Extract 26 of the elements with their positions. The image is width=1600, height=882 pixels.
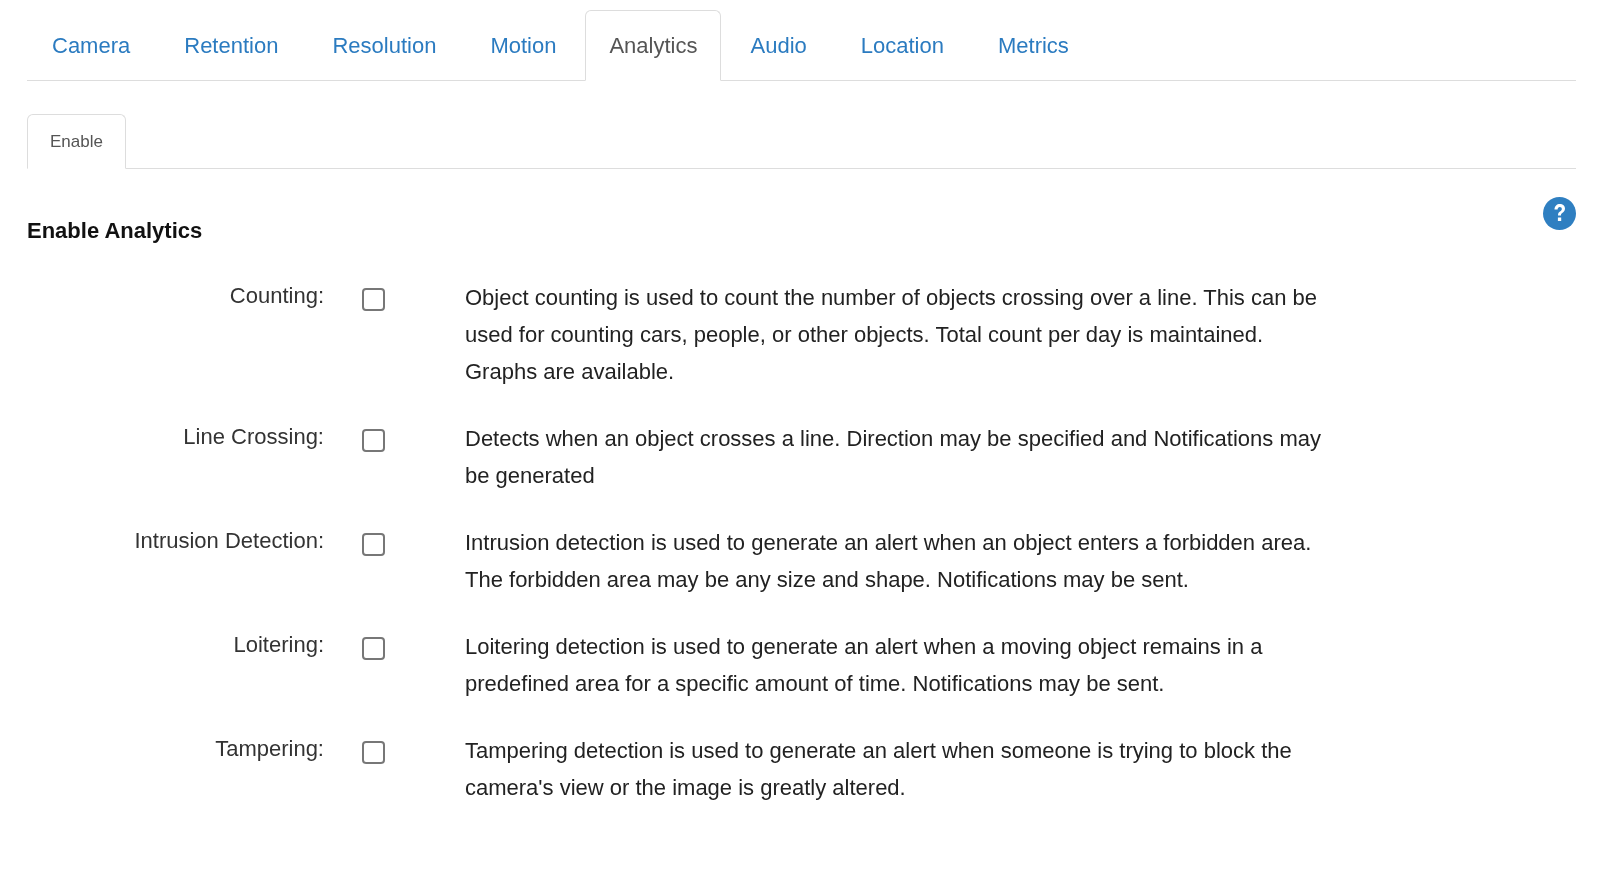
help-icon[interactable] [1543, 197, 1576, 230]
checkbox[interactable] [362, 429, 385, 452]
option-label: Loitering: [232, 631, 324, 659]
tab[interactable]: Analytics [585, 10, 722, 81]
tab[interactable]: Motion [465, 10, 582, 81]
option-description: Loitering detection is used to generate an alert when a moving object remains in a predefined area for a specific amount of time. Notifications may be sent. [465, 633, 1264, 698]
checkbox[interactable] [362, 637, 385, 660]
checkbox[interactable] [362, 741, 385, 764]
option-label: Counting: [228, 282, 324, 310]
tab[interactable]: Resolution [307, 10, 462, 81]
checkbox[interactable] [362, 533, 385, 556]
option-description: Intrusion detection is used to generate an alert when an object enters a forbidden area. The forbidden area may be any size and shape. Notifications may be sent. [465, 529, 1313, 594]
option-description: Detects when an object crosses a line. Direction may be specified and Notifications may be generated [465, 425, 1322, 490]
option-description: Object counting is used to count the number of objects crossing over a line. This can be used for counting cars, people, or other objects. Total count per day is maintained. Graphs are available. [465, 284, 1318, 386]
option-label: Tampering: [214, 735, 324, 763]
tab[interactable]: Location [835, 10, 969, 81]
tab[interactable]: Camera [27, 10, 156, 81]
checkbox[interactable] [362, 288, 385, 311]
section-heading: Enable Analytics [27, 217, 203, 245]
tab[interactable]: Metrics [972, 10, 1094, 81]
tab[interactable]: Audio [725, 10, 832, 81]
tab[interactable]: Retention [159, 10, 304, 81]
option-label: Line Crossing: [182, 423, 324, 451]
tab[interactable]: Enable [27, 114, 126, 169]
option-label: Intrusion Detection: [133, 527, 324, 555]
option-description: Tampering detection is used to generate an alert when someone is trying to block the camera's view or the image is greatly altered. [465, 737, 1293, 802]
